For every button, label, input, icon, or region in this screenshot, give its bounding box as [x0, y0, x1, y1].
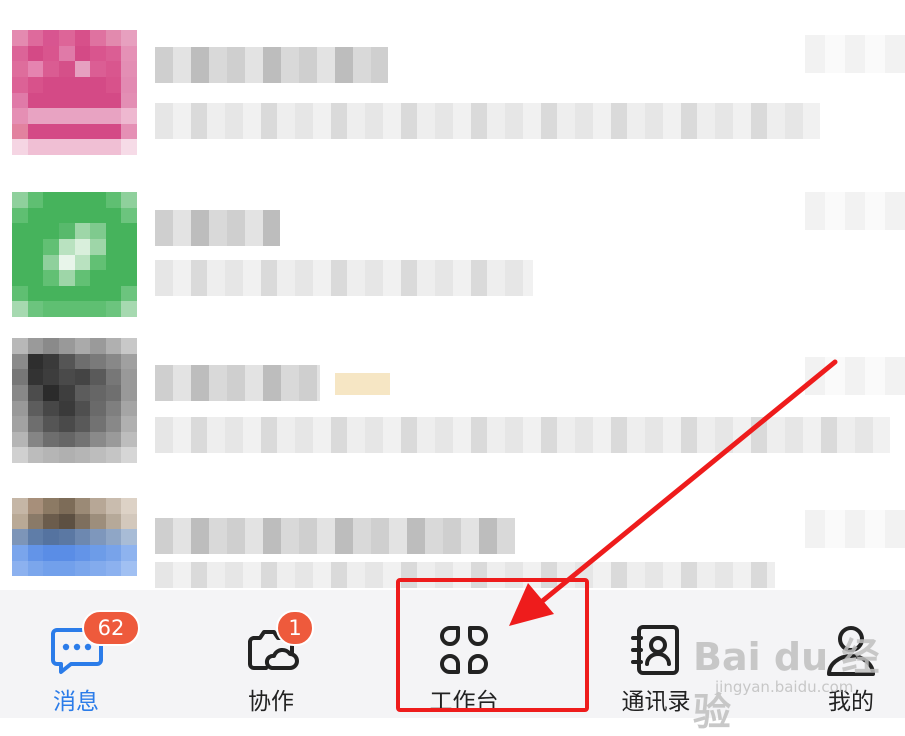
- chat-time-blurred: [805, 357, 905, 395]
- chat-list: [0, 0, 905, 590]
- tab-label: 消息: [53, 689, 99, 715]
- chat-name-blurred: [155, 518, 515, 554]
- chat-preview-blurred: [155, 260, 533, 296]
- chat-preview-blurred: [155, 103, 820, 139]
- watermark-url: jingyan.baidu.com: [715, 678, 854, 696]
- chat-name-blurred: [155, 47, 388, 83]
- chat-name-blurred: [155, 210, 280, 246]
- tag-blurred: [335, 373, 390, 395]
- chat-row[interactable]: [0, 335, 905, 475]
- chat-row[interactable]: [0, 180, 905, 320]
- avatar: [12, 192, 137, 317]
- avatar: [12, 338, 137, 463]
- chat-time-blurred: [805, 192, 905, 230]
- chat-name-blurred: [155, 365, 320, 401]
- tab-label: 协作: [248, 689, 294, 715]
- tab-messages[interactable]: 62 消息: [15, 590, 140, 718]
- chat-time-blurred: [805, 510, 905, 548]
- avatar: [12, 498, 137, 590]
- unread-badge: 62: [82, 610, 140, 646]
- chat-time-blurred: [805, 35, 905, 73]
- watermark: Bai du 经验 jingyan.baidu.com: [693, 626, 893, 734]
- chat-preview-blurred: [155, 417, 890, 453]
- highlight-box: [396, 578, 589, 712]
- avatar: [12, 30, 137, 155]
- tab-collaboration[interactable]: 1 协作: [210, 590, 332, 718]
- chat-row[interactable]: [0, 490, 905, 590]
- chat-row[interactable]: [0, 25, 905, 165]
- unread-badge: 1: [276, 610, 314, 646]
- contacts-book-icon: [631, 625, 679, 675]
